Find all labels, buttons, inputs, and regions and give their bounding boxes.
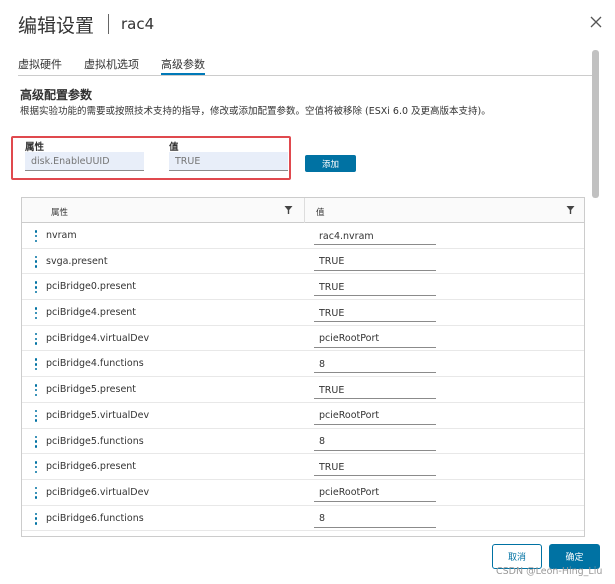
row-value-input[interactable] (314, 279, 436, 297)
column-divider (304, 198, 305, 223)
attribute-input[interactable] (25, 152, 144, 171)
parameters-grid: 属性 值 nvram svga.present pciBridge0.present… (21, 197, 585, 537)
row-actions-icon[interactable] (33, 435, 39, 449)
row-attribute: pciBridge5.present (46, 384, 137, 396)
tab-bar: 虚拟硬件 虚拟机选项 高级参数 (18, 50, 227, 75)
table-row: pciBridge4.present (22, 300, 584, 326)
table-row: pciBridge6.functions (22, 506, 584, 532)
row-actions-icon[interactable] (33, 332, 39, 346)
row-attribute: nvram (46, 230, 77, 241)
grid-header: 属性 值 (22, 198, 584, 223)
filter-icon[interactable] (284, 205, 293, 215)
row-actions-icon[interactable] (33, 306, 39, 320)
row-value-input[interactable] (314, 459, 436, 477)
row-value-input[interactable] (314, 382, 436, 400)
column-header-attribute[interactable]: 属性 (51, 206, 68, 218)
row-attribute: svga.present (46, 255, 108, 267)
row-attribute: pciBridge5.functions (46, 435, 144, 447)
add-button[interactable]: 添加 (305, 155, 356, 172)
scrollbar-thumb[interactable] (592, 50, 599, 198)
row-attribute: pciBridge4.present (46, 307, 137, 319)
watermark: CSDN @Leon-Hing_Liu (496, 566, 603, 577)
table-row: pciBridge5.virtualDev (22, 403, 584, 429)
section-title: 高级配置参数 (20, 88, 93, 102)
section-description: 根据实验功能的需要或按照技术支持的指导，修改或添加配置参数。空值将被移除 (ES… (20, 106, 491, 117)
grid-body: nvram svga.present pciBridge0.present pciBr… (22, 223, 584, 532)
tab-virtual-hardware[interactable]: 虚拟硬件 (18, 50, 62, 75)
title-divider (108, 14, 110, 34)
vm-name: rac4 (121, 15, 155, 33)
row-actions-icon[interactable] (33, 280, 39, 294)
row-actions-icon[interactable] (33, 255, 39, 269)
row-value-input[interactable] (314, 433, 436, 451)
row-attribute: pciBridge6.functions (46, 512, 144, 524)
tab-divider (18, 75, 593, 76)
row-attribute: pciBridge5.virtualDev (46, 409, 150, 421)
table-row: nvram (22, 223, 584, 249)
row-attribute: pciBridge6.present (46, 461, 137, 473)
row-actions-icon[interactable] (33, 460, 39, 474)
row-actions-icon[interactable] (33, 486, 39, 500)
table-row: pciBridge5.present (22, 377, 584, 403)
row-attribute: pciBridge0.present (46, 281, 137, 293)
table-row: pciBridge6.present (22, 454, 584, 480)
row-value-input[interactable] (314, 253, 436, 271)
row-actions-icon[interactable] (33, 383, 39, 397)
table-row: pciBridge0.present (22, 274, 584, 301)
row-value-input[interactable] (314, 407, 436, 425)
dialog-header: 编辑设置 rac4 (18, 10, 154, 38)
filter-icon[interactable] (566, 205, 575, 215)
table-row: pciBridge4.virtualDev (22, 326, 584, 352)
close-icon[interactable] (588, 14, 604, 30)
row-attribute: pciBridge6.virtualDev (46, 486, 150, 498)
row-attribute: pciBridge4.virtualDev (46, 332, 150, 344)
row-value-input[interactable] (314, 305, 436, 323)
row-actions-icon[interactable] (33, 357, 39, 371)
column-header-value[interactable]: 值 (316, 206, 325, 218)
row-value-input[interactable] (314, 356, 436, 374)
table-row: pciBridge6.virtualDev (22, 480, 584, 506)
tab-vm-options[interactable]: 虚拟机选项 (84, 50, 139, 75)
table-row: pciBridge4.functions (22, 351, 584, 378)
dialog-title: 编辑设置 (18, 14, 95, 37)
table-row: pciBridge5.functions (22, 429, 584, 455)
table-row: svga.present (22, 249, 584, 275)
row-actions-icon[interactable] (33, 512, 39, 526)
row-value-input[interactable] (314, 510, 436, 528)
value-label: 值 (169, 142, 179, 153)
row-attribute: pciBridge4.functions (46, 358, 144, 370)
value-input[interactable] (169, 152, 288, 171)
row-actions-icon[interactable] (33, 229, 39, 243)
row-value-input[interactable] (314, 228, 436, 245)
row-actions-icon[interactable] (33, 409, 39, 423)
row-value-input[interactable] (314, 330, 436, 348)
tab-advanced-parameters[interactable]: 高级参数 (161, 50, 205, 75)
row-value-input[interactable] (314, 484, 436, 502)
attribute-label: 属性 (25, 142, 45, 153)
